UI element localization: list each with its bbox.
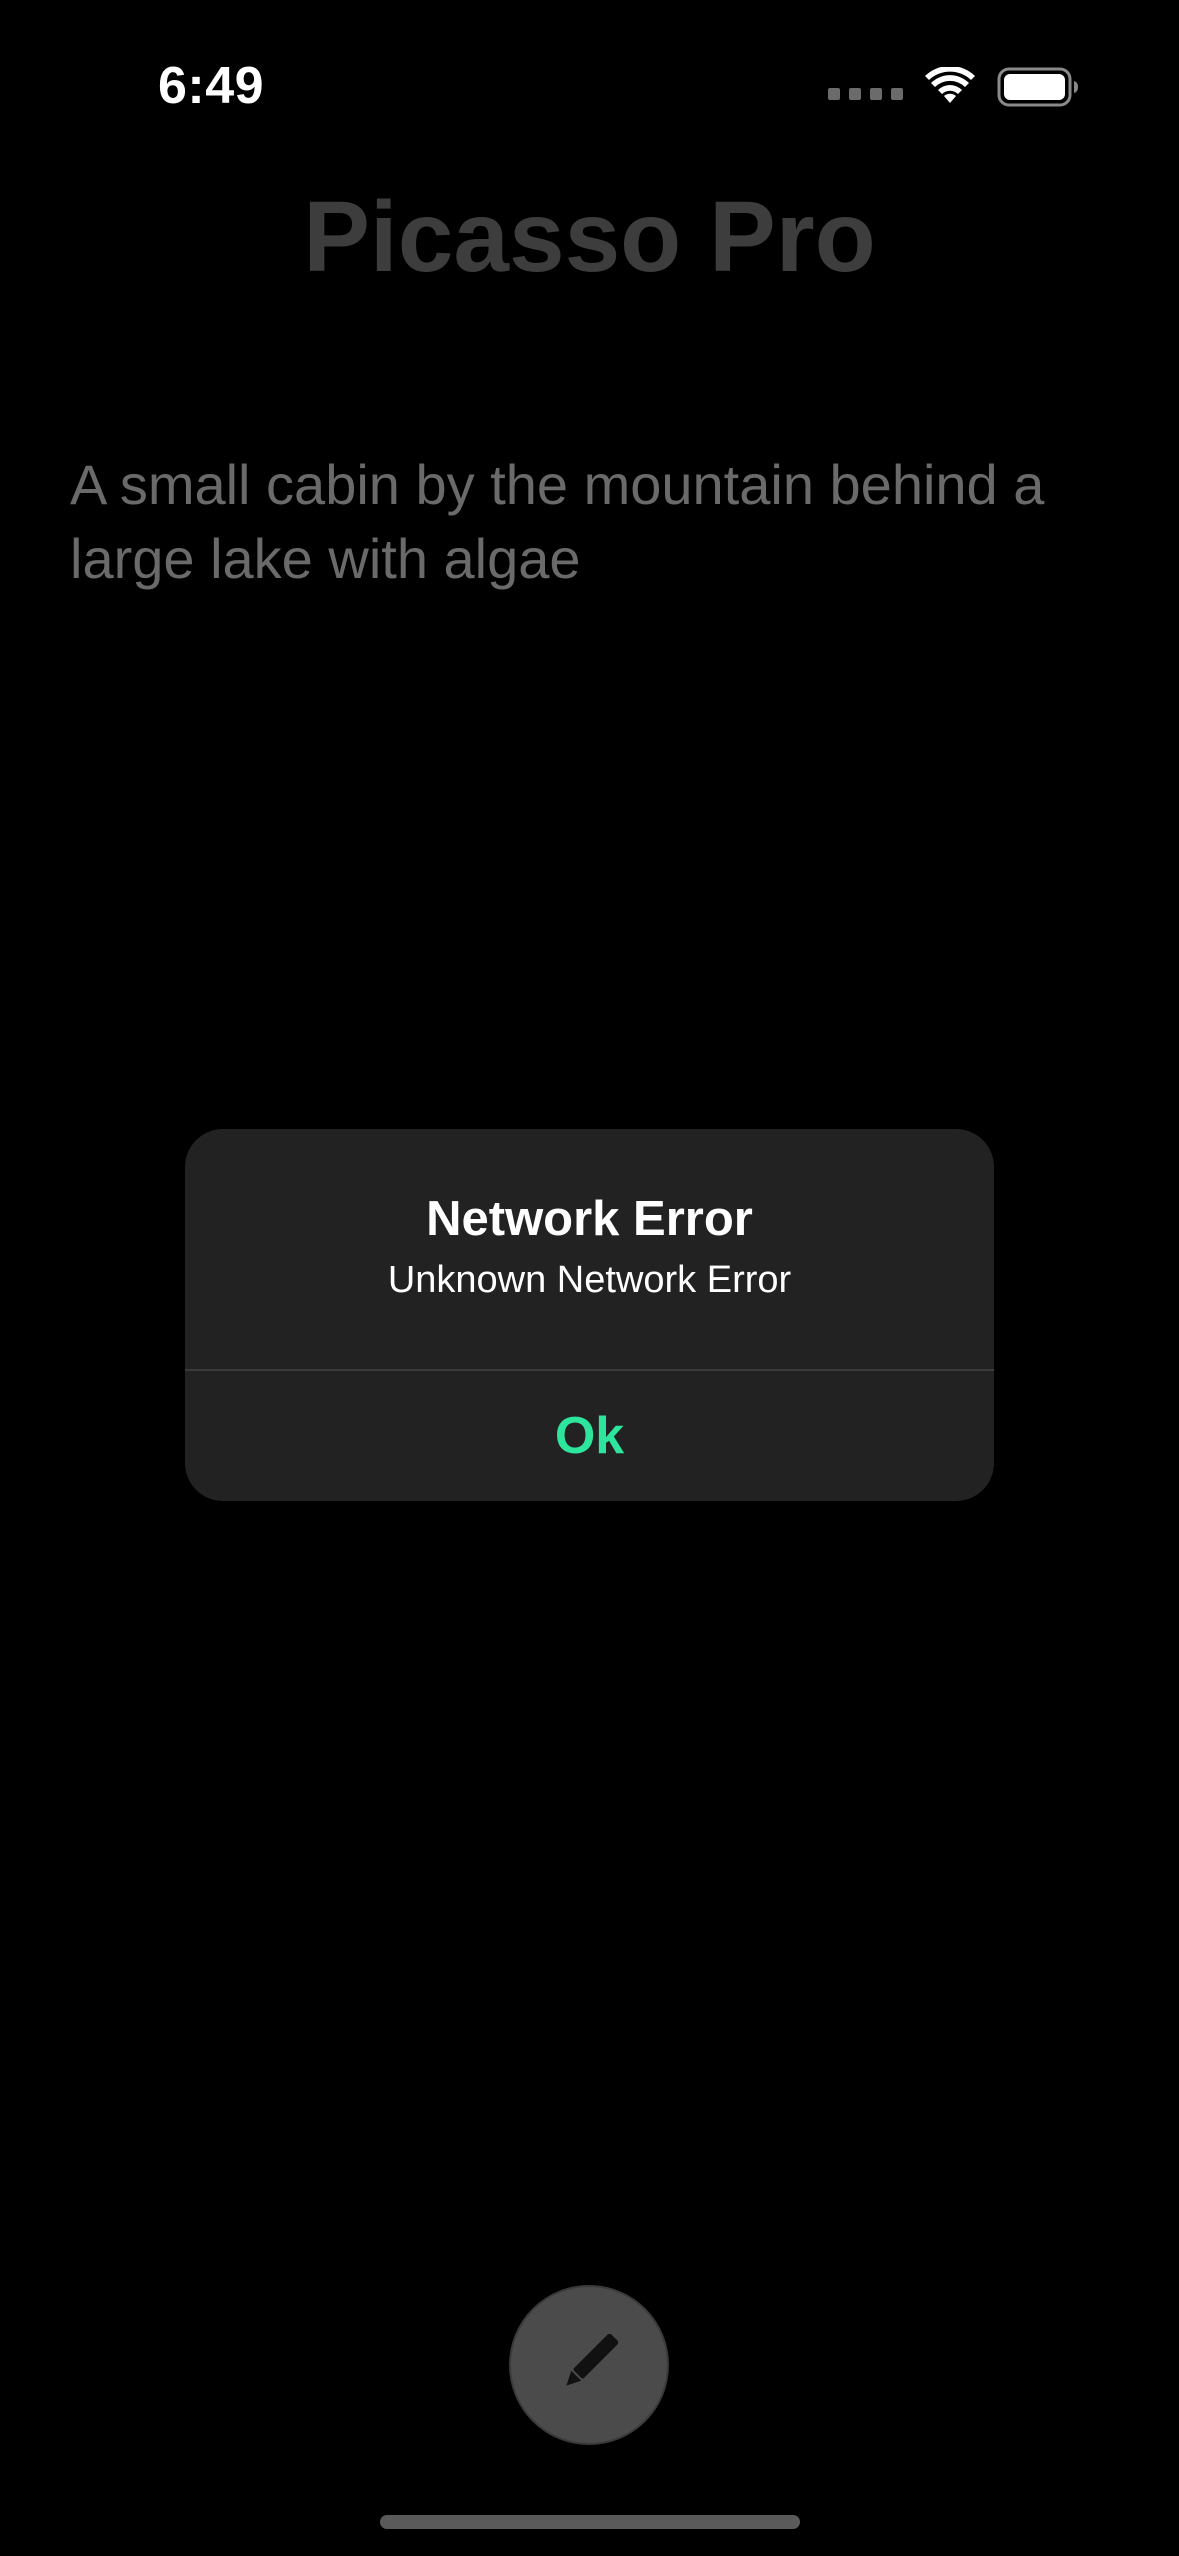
ok-button[interactable]: Ok [185, 1371, 994, 1501]
home-indicator[interactable] [380, 2515, 800, 2529]
pencil-icon [549, 2323, 629, 2408]
battery-icon [997, 67, 1079, 107]
signal-dots-icon [828, 88, 903, 100]
alert-title: Network Error [426, 1192, 753, 1246]
app-title: Picasso Pro [303, 181, 876, 293]
status-time: 6:49 [158, 57, 265, 115]
alert-message: Unknown Network Error [387, 1259, 792, 1301]
prompt-text[interactable]: A small cabin by the mountain behind a l… [70, 448, 1120, 596]
edit-button[interactable] [509, 2285, 669, 2445]
network-error-alert: Network Error Unknown Network Error Ok [185, 1129, 994, 1501]
status-icons [828, 62, 1079, 112]
wifi-icon [925, 67, 975, 107]
